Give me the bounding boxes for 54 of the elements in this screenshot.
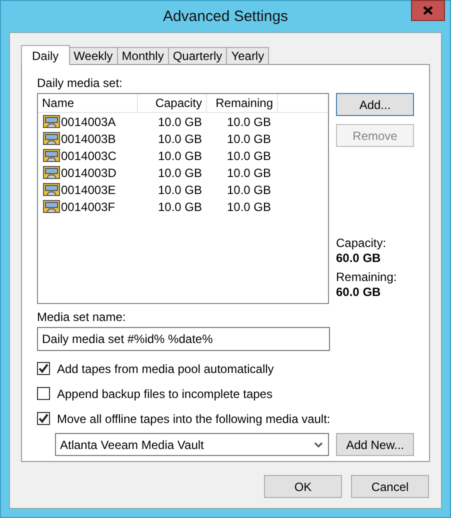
tape-icon xyxy=(43,149,60,162)
remaining-cell-text: 10.0 GB xyxy=(226,132,271,146)
tape-icon xyxy=(43,115,60,128)
add-new-button[interactable]: Add New... xyxy=(336,433,414,456)
remaining-cell-text: 10.0 GB xyxy=(226,200,271,214)
tab[interactable]: Daily xyxy=(21,45,70,65)
checkbox[interactable] xyxy=(37,387,50,400)
capacity-cell-text: 10.0 GB xyxy=(156,200,202,214)
capacity-cell-text: 10.0 GB xyxy=(156,132,202,146)
close-button[interactable] xyxy=(411,0,445,21)
tab[interactable]: Quarterly xyxy=(168,47,228,64)
tape-icon xyxy=(43,183,60,196)
caret-icon xyxy=(314,442,324,448)
vault-dropdown[interactable]: Atlanta Veeam Media Vault xyxy=(55,433,330,456)
capacity-cell-text: 10.0 GB xyxy=(156,182,202,196)
window-title: Advanced Settings xyxy=(162,8,288,25)
option-label: Add tapes from media pool automatically xyxy=(57,362,274,376)
summary-label: Capacity: xyxy=(336,236,388,251)
summary-label: Remaining: xyxy=(336,270,398,285)
column-header[interactable]: Remaining xyxy=(207,94,278,112)
tab[interactable]: Monthly xyxy=(116,47,169,64)
checkbox[interactable] xyxy=(37,362,50,375)
list-label: Daily media set: xyxy=(37,76,124,92)
tape-name: 0014003C xyxy=(61,148,116,162)
dialog-button[interactable]: OK xyxy=(264,475,342,498)
checkbox[interactable] xyxy=(37,412,50,425)
remaining-cell-text: 10.0 GB xyxy=(226,182,271,196)
summary-value: 60.0 GB xyxy=(336,251,382,266)
column-header[interactable]: Capacity xyxy=(138,94,207,112)
summary-value: 60.0 GB xyxy=(336,285,382,300)
capacity-cell-text: 10.0 GB xyxy=(156,166,202,180)
side-button[interactable]: Add... xyxy=(336,93,414,116)
tab[interactable]: Weekly xyxy=(68,47,118,64)
tape-name: 0014003F xyxy=(61,200,116,214)
column-header[interactable]: Name xyxy=(38,94,138,112)
remaining-cell-text: 10.0 GB xyxy=(226,148,271,162)
name-field[interactable]: Daily media set #%id% %date% xyxy=(37,327,330,351)
tab[interactable]: Yearly xyxy=(226,47,270,64)
option-label: Move all offline tapes into the following media vault: xyxy=(57,412,330,426)
remaining-cell-text: 10.0 GB xyxy=(226,114,271,128)
tape-name: 0014003A xyxy=(61,114,116,128)
tape-icon xyxy=(43,132,60,145)
tape-name: 0014003B xyxy=(61,132,116,146)
dialog-button[interactable]: Cancel xyxy=(351,475,429,498)
option-label: Append backup files to incomplete tapes xyxy=(57,386,272,400)
field-label: Media set name: xyxy=(37,310,127,326)
remaining-cell-text: 10.0 GB xyxy=(226,166,271,180)
close-icon xyxy=(423,6,433,15)
tape-icon xyxy=(43,166,60,179)
capacity-cell-text: 10.0 GB xyxy=(156,114,202,128)
capacity-cell-text: 10.0 GB xyxy=(156,148,202,162)
tape-name: 0014003D xyxy=(61,166,116,180)
tape-name: 0014003E xyxy=(61,182,116,196)
tape-icon xyxy=(43,200,60,213)
